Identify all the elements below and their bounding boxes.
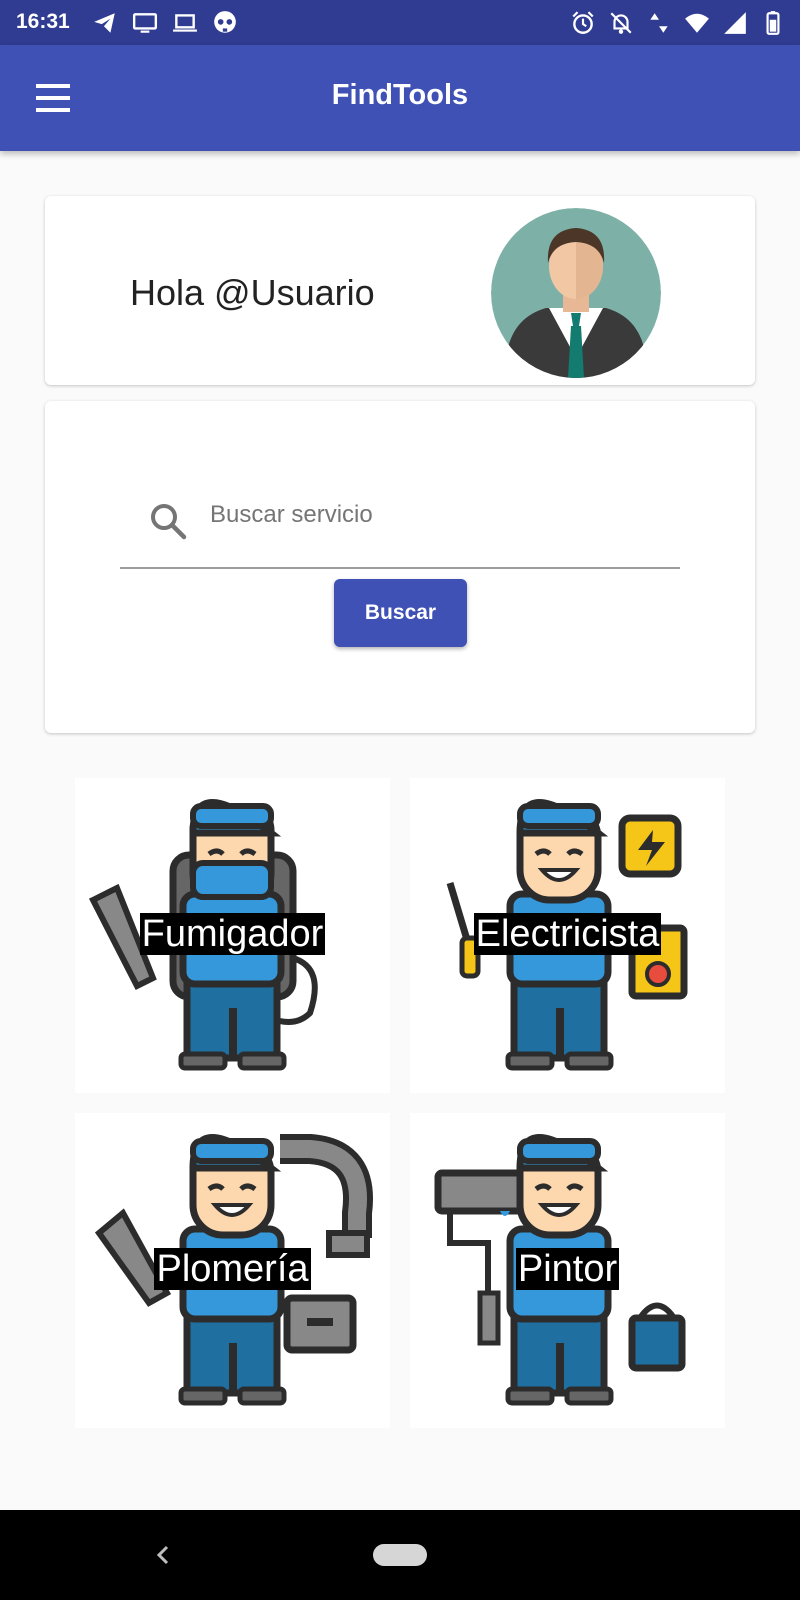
search-field [120,489,680,569]
app-title: FindTools [331,79,469,111]
search-input[interactable] [210,489,670,541]
service-label: Pintor [515,1248,620,1290]
user-avatar[interactable] [491,208,661,378]
service-label: Plomería [154,1248,311,1290]
search-icon [151,504,187,540]
skull-icon [214,11,236,33]
notifications-off-icon [610,12,632,34]
greeting-text: Hola @Usuario [130,272,375,313]
service-label: Fumigador [139,913,326,955]
back-icon[interactable] [150,1538,176,1572]
service-tile-pintor[interactable]: Pintor [410,1113,725,1428]
status-system-icons [570,10,786,36]
telegram-icon [94,13,115,33]
monitor-icon [132,13,158,33]
wifi-icon [685,13,709,33]
service-tile-fumigador[interactable]: Fumigador [75,778,390,1093]
battery-icon [766,11,780,35]
search-button[interactable]: Buscar [334,579,467,647]
laptop-icon [173,14,197,32]
search-card: Buscar [45,401,755,733]
service-tile-electricista[interactable]: Electricista [410,778,725,1093]
status-notification-icons [92,10,238,36]
greeting-card: Hola @Usuario [45,196,755,385]
signal-icon [724,12,746,34]
alarm-icon [572,11,594,34]
home-pill-button[interactable] [373,1544,427,1566]
data-arrows-icon [650,13,668,33]
service-label: Electricista [473,913,662,955]
status-time: 16:31 [16,10,70,33]
service-tile-plomeria[interactable]: Plomería [75,1113,390,1428]
status-bar: 16:31 [0,0,800,45]
app-bar: FindTools [0,45,800,151]
system-nav-bar [0,1510,800,1600]
